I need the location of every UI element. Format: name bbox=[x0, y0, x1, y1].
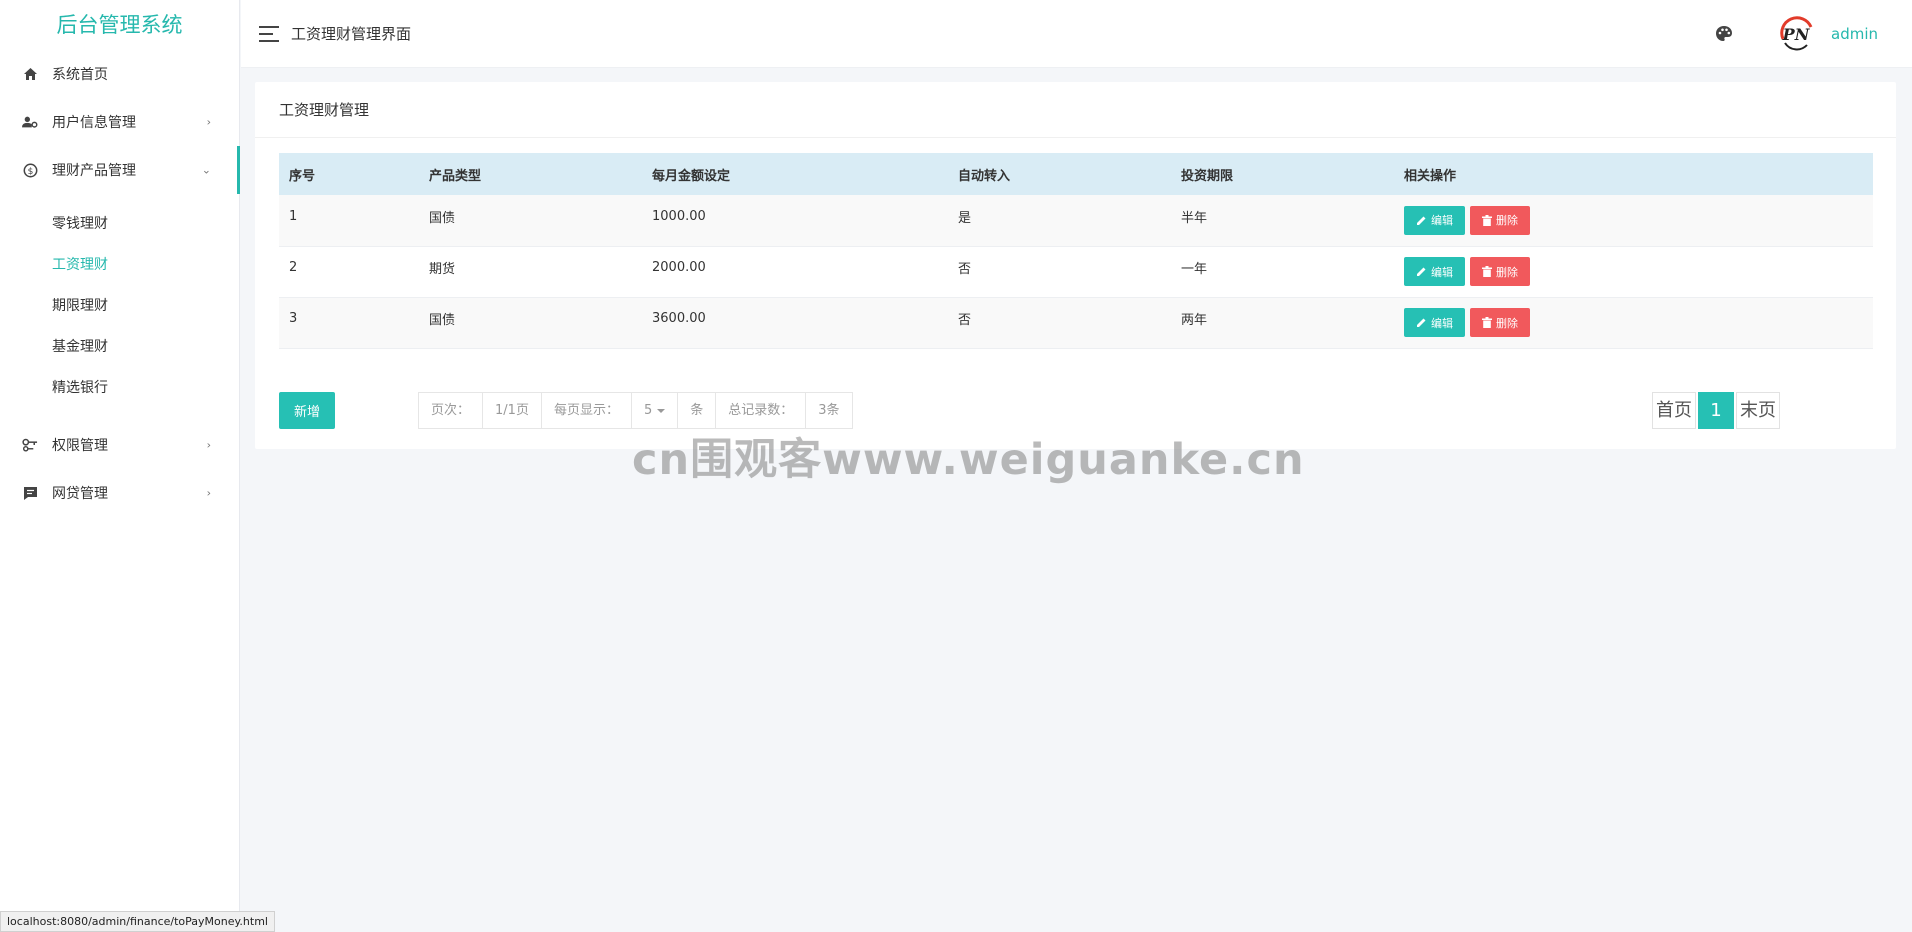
home-icon bbox=[22, 66, 38, 82]
cell-id: 2 bbox=[289, 260, 298, 275]
sidebar-item-label: 权限管理 bbox=[52, 438, 108, 454]
sidebar-item-label: 用户信息管理 bbox=[52, 115, 136, 131]
page-value: 1/1页 bbox=[483, 393, 542, 428]
chevron-right-icon: › bbox=[206, 115, 211, 129]
cell-type: 国债 bbox=[429, 313, 456, 328]
column-header: 每月金额设定 bbox=[652, 168, 731, 184]
username[interactable]: admin bbox=[1831, 25, 1878, 43]
per-page-unit: 条 bbox=[678, 393, 717, 428]
column-header: 自动转入 bbox=[958, 168, 1011, 184]
cell-auto: 是 bbox=[958, 210, 972, 226]
total-label: 总记录数： bbox=[716, 393, 807, 428]
total-value: 3条 bbox=[818, 403, 840, 418]
cell-term: 两年 bbox=[1181, 313, 1208, 328]
main-card: 工资理财管理 序号 产品类型 每月金额设定 自动转入 投资期限 相关操作 1 国… bbox=[255, 82, 1896, 449]
sidebar-subitem-selected-bank[interactable]: 精选银行 bbox=[0, 368, 239, 409]
cell-type: 国债 bbox=[429, 210, 456, 226]
column-header: 投资期限 bbox=[1181, 168, 1234, 184]
menu-toggle-icon[interactable] bbox=[259, 25, 279, 42]
cell-id: 3 bbox=[289, 311, 298, 326]
table-row: 1 国债 1000.00 是 半年 编辑 删除 bbox=[279, 195, 1873, 246]
chevron-right-icon: › bbox=[206, 438, 211, 452]
page-label: 页次： bbox=[419, 393, 484, 428]
column-header: 序号 bbox=[289, 168, 316, 184]
cell-type: 期货 bbox=[429, 262, 456, 277]
pagination-nav: 首页 1 末页 bbox=[1652, 392, 1780, 429]
per-page-select[interactable]: 5 bbox=[632, 393, 679, 428]
current-page-button[interactable]: 1 bbox=[1698, 392, 1734, 429]
sidebar-item-label: 理财产品管理 bbox=[52, 163, 136, 179]
avatar[interactable]: PN bbox=[1777, 15, 1815, 53]
pencil-icon bbox=[1417, 267, 1426, 276]
delete-button[interactable]: 删除 bbox=[1470, 308, 1530, 337]
sidebar-subitem-change-finance[interactable]: 零钱理财 bbox=[0, 204, 239, 245]
svg-text:$: $ bbox=[27, 167, 33, 177]
status-bar-url: localhost:8080/admin/finance/toPayMoney.… bbox=[0, 911, 275, 932]
column-header: 相关操作 bbox=[1404, 168, 1457, 184]
sidebar-item-permissions[interactable]: 权限管理 › bbox=[0, 421, 239, 469]
table-header-row: 序号 产品类型 每月金额设定 自动转入 投资期限 相关操作 bbox=[279, 153, 1873, 195]
add-button[interactable]: 新增 bbox=[279, 392, 335, 429]
delete-label: 删除 bbox=[1496, 316, 1518, 330]
per-page-label: 每页显示： bbox=[542, 393, 632, 428]
cell-amount: 2000.00 bbox=[652, 260, 706, 275]
header-actions: PN admin bbox=[1715, 0, 1878, 68]
chevron-down-icon: ⌄ bbox=[201, 163, 211, 177]
cell-amount: 3600.00 bbox=[652, 311, 706, 326]
column-header: 产品类型 bbox=[429, 168, 482, 184]
chevron-right-icon: › bbox=[206, 486, 211, 500]
sidebar-submenu: 零钱理财 工资理财 期限理财 基金理财 精选银行 bbox=[0, 194, 239, 421]
sidebar-item-label: 系统首页 bbox=[52, 67, 108, 83]
sidebar-item-label: 网贷管理 bbox=[52, 486, 108, 502]
watermark: cn围观客www.weiguanke.cn bbox=[632, 435, 1305, 485]
palette-icon[interactable] bbox=[1715, 25, 1733, 43]
cell-term: 半年 bbox=[1181, 210, 1208, 226]
pencil-icon bbox=[1417, 318, 1426, 327]
pencil-icon bbox=[1417, 216, 1426, 225]
cell-term: 一年 bbox=[1181, 262, 1208, 277]
top-header: 工资理财管理界面 PN admin bbox=[241, 0, 1912, 68]
table-row: 2 期货 2000.00 否 一年 编辑 删除 bbox=[279, 246, 1873, 297]
sidebar-item-finance-products[interactable]: $ 理财产品管理 ⌄ bbox=[0, 146, 240, 194]
per-page-value: 5 bbox=[643, 403, 653, 418]
sidebar-item-online-loan[interactable]: 网贷管理 › bbox=[0, 469, 239, 517]
cell-auto: 否 bbox=[958, 262, 972, 277]
edit-label: 编辑 bbox=[1431, 265, 1453, 279]
edit-label: 编辑 bbox=[1431, 214, 1453, 228]
sidebar: 后台管理系统 系统首页 用户信息管理 › $ 理财产品管理 ⌄ 零钱理财 工资理… bbox=[0, 0, 240, 932]
svg-text:PN: PN bbox=[1782, 25, 1811, 44]
message-icon bbox=[22, 485, 38, 501]
edit-label: 编辑 bbox=[1431, 316, 1453, 330]
finance-table: 序号 产品类型 每月金额设定 自动转入 投资期限 相关操作 1 国债 1000.… bbox=[279, 153, 1873, 349]
trash-icon bbox=[1482, 266, 1492, 277]
first-page-button[interactable]: 首页 bbox=[1652, 392, 1696, 429]
sidebar-item-user-info[interactable]: 用户信息管理 › bbox=[0, 98, 239, 146]
coin-icon: $ bbox=[22, 162, 38, 178]
cell-amount: 1000.00 bbox=[652, 208, 706, 224]
caret-down-icon bbox=[657, 408, 666, 413]
delete-label: 删除 bbox=[1496, 265, 1518, 279]
trash-icon bbox=[1482, 317, 1492, 328]
edit-button[interactable]: 编辑 bbox=[1404, 205, 1465, 235]
edit-button[interactable]: 编辑 bbox=[1404, 257, 1465, 286]
edit-button[interactable]: 编辑 bbox=[1404, 308, 1465, 337]
sidebar-subitem-term-finance[interactable]: 期限理财 bbox=[0, 286, 239, 327]
delete-button[interactable]: 删除 bbox=[1470, 257, 1530, 286]
pagination-info: 页次： 1/1页 每页显示： 5 条 总记录数： 3条 bbox=[418, 392, 853, 429]
brand-title: 后台管理系统 bbox=[56, 13, 183, 37]
delete-button[interactable]: 删除 bbox=[1470, 205, 1530, 235]
table-row: 3 国债 3600.00 否 两年 编辑 删除 bbox=[279, 297, 1873, 348]
cell-id: 1 bbox=[289, 208, 298, 224]
cell-auto: 否 bbox=[958, 313, 972, 328]
user-gear-icon bbox=[22, 114, 38, 130]
key-icon bbox=[22, 437, 38, 453]
page-title: 工资理财管理界面 bbox=[291, 25, 412, 43]
sidebar-subitem-salary-finance[interactable]: 工资理财 bbox=[0, 245, 239, 286]
sidebar-subitem-fund-finance[interactable]: 基金理财 bbox=[0, 327, 239, 368]
trash-icon bbox=[1482, 214, 1492, 226]
sidebar-item-home[interactable]: 系统首页 bbox=[0, 50, 239, 98]
last-page-button[interactable]: 末页 bbox=[1736, 392, 1780, 429]
delete-label: 删除 bbox=[1496, 214, 1518, 228]
card-title: 工资理财管理 bbox=[255, 82, 1896, 138]
